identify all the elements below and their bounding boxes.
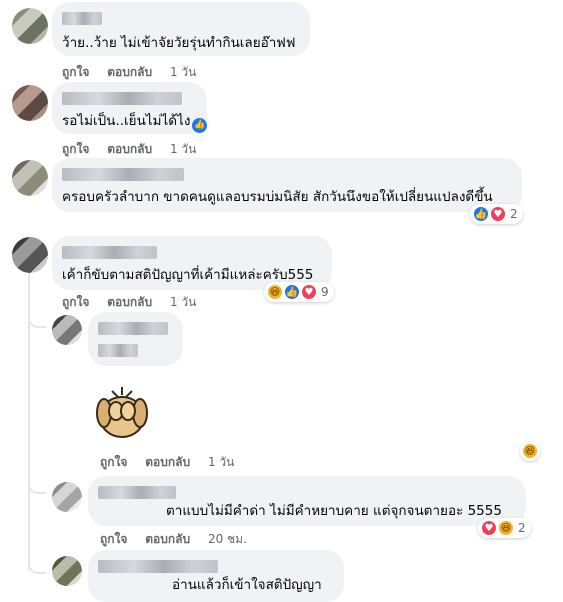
reaction-count: 2 [518,521,526,535]
like-link[interactable]: ถูกใจ [62,293,89,312]
reply-link[interactable]: ตอบกลับ [145,453,190,472]
commenter-name[interactable] [62,246,157,259]
avatar[interactable] [12,8,48,44]
sticker-image [96,387,148,438]
reaction-summary[interactable]: 👍 ♥ 2 [470,204,523,224]
comment-text: ว้าย..ว้าย ไม่เข้าจัยวัยรุ่นทำกินเลยอ๊าฟ… [62,35,296,51]
comment-actions: ถูกใจ ตอบกลับ 1 วัน [62,293,210,312]
timestamp[interactable]: 20 ชม. [208,530,247,549]
love-icon: ♥ [481,520,497,536]
reply-text: อ่านแล้วก็เข้าใจสติปัญญา [172,577,322,593]
reply-link[interactable]: ตอบกลับ [145,530,190,549]
commenter-name[interactable] [98,322,168,335]
like-link[interactable]: ถูกใจ [100,530,127,549]
love-icon: ♥ [490,206,506,222]
haha-icon: 😆 [267,284,283,300]
like-icon: 👍 [192,117,208,133]
avatar[interactable] [12,237,48,273]
avatar[interactable] [52,482,82,512]
reply-actions: ถูกใจ ตอบกลับ 1 วัน [100,453,248,472]
reaction-summary[interactable]: 😆 👍 ♥ 9 [264,282,334,302]
haha-icon: 😆 [498,520,514,536]
timestamp[interactable]: 1 วัน [170,140,196,159]
comment-text: รอไม่เป็น..เย็นไม่ได้ไง 👍 [62,112,208,133]
like-link[interactable]: ถูกใจ [62,140,89,159]
like-icon: 👍 [473,206,489,222]
comment-text: ครอบครัวลำบาก ขาดคนดูแลอบรมบ่มนิสัย สักว… [62,189,493,205]
like-link[interactable]: ถูกใจ [100,453,127,472]
timestamp[interactable]: 1 วัน [170,63,196,82]
haha-icon: 😆 [522,443,538,459]
reply-link[interactable]: ตอบกลับ [107,140,152,159]
love-icon: ♥ [301,284,317,300]
thread-branch [28,478,46,494]
thread-branch [28,558,46,574]
avatar[interactable] [12,85,48,121]
commenter-name[interactable] [62,92,182,105]
reply-actions: ถูกใจ ตอบกลับ 20 ชม. [100,530,261,549]
reply-link[interactable]: ตอบกลับ [107,63,152,82]
avatar[interactable] [12,160,48,196]
blurred-reply-text [98,344,138,357]
reply-bubble [88,312,183,366]
reply-link[interactable]: ตอบกลับ [107,293,152,312]
like-link[interactable]: ถูกใจ [62,63,89,82]
reaction-count: 9 [321,285,329,299]
comment-actions: ถูกใจ ตอบกลับ 1 วัน [62,63,210,82]
reaction-count: 2 [510,207,518,221]
reply-text: ตาแบบไม่มีคำด่า ไม่มีคำหยาบคาย แต่จุกจนต… [166,503,502,519]
like-icon: 👍 [284,284,300,300]
timestamp[interactable]: 1 วัน [208,453,234,472]
commenter-name[interactable] [62,12,102,25]
timestamp[interactable]: 1 วัน [170,293,196,312]
comment-actions: ถูกใจ ตอบกลับ 1 วัน [62,140,210,159]
reaction-summary[interactable]: ♥ 😆 2 [478,518,531,538]
commenter-name[interactable] [98,486,176,499]
avatar[interactable] [52,556,82,586]
commenter-name[interactable] [62,168,184,181]
commenter-name[interactable] [98,560,218,573]
thread-branch [28,312,46,328]
reaction-summary[interactable]: 😆 [520,441,540,461]
puppy-covering-face-sticker[interactable] [92,377,156,441]
avatar[interactable] [52,315,82,345]
